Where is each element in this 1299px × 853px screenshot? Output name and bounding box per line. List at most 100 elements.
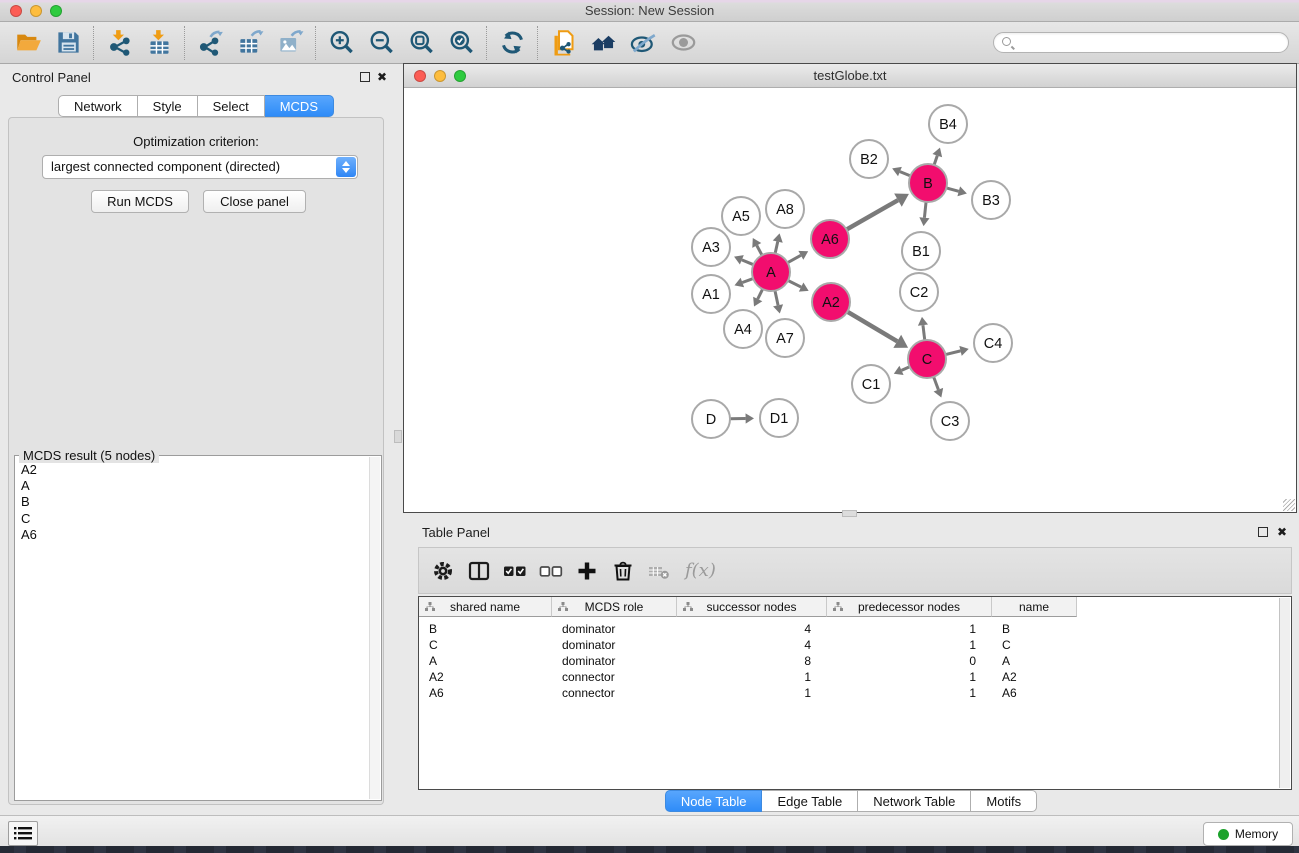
- export-table-button[interactable]: [230, 24, 270, 62]
- network-close-button[interactable]: [414, 70, 426, 82]
- edge-A-A7[interactable]: [775, 291, 778, 306]
- edge-C-C4[interactable]: [945, 351, 960, 355]
- search-input[interactable]: [1016, 34, 1282, 51]
- column-header-predecessor-nodes[interactable]: predecessor nodes: [827, 597, 992, 617]
- delete-column-button[interactable]: [605, 552, 641, 590]
- table-row[interactable]: A6connector11A6: [419, 685, 1291, 701]
- edge-C-C2[interactable]: [923, 325, 925, 340]
- table-cell: A6: [992, 685, 1077, 701]
- tab-motifs[interactable]: Motifs: [971, 790, 1037, 812]
- zoom-selected-icon: [448, 29, 475, 56]
- delete-table-button-disabled[interactable]: [641, 552, 677, 590]
- result-list-item[interactable]: B: [15, 494, 367, 510]
- edge-A-A4[interactable]: [758, 289, 763, 299]
- edge-B-B2[interactable]: [900, 172, 910, 176]
- tab-network-table[interactable]: Network Table: [858, 790, 971, 812]
- edge-A-A6[interactable]: [788, 255, 801, 262]
- eye-button-disabled[interactable]: [663, 24, 703, 62]
- edge-B-B1[interactable]: [924, 202, 926, 218]
- table-row[interactable]: Bdominator41B: [419, 621, 1291, 637]
- edge-A6-B[interactable]: [846, 200, 897, 229]
- node-label-B3: B3: [982, 193, 1000, 209]
- mcds-list-scrollbar[interactable]: [369, 457, 380, 799]
- zoom-fit-button[interactable]: [401, 24, 441, 62]
- edge-B-B4[interactable]: [934, 156, 937, 165]
- table-panel-float-button[interactable]: [1258, 527, 1268, 537]
- deselect-all-button[interactable]: [533, 552, 569, 590]
- column-header-successor-nodes[interactable]: successor nodes: [677, 597, 827, 617]
- edge-A-A2[interactable]: [788, 280, 801, 287]
- edge-A-A5[interactable]: [757, 245, 762, 255]
- export-image-button[interactable]: [270, 24, 310, 62]
- edge-A-A3[interactable]: [742, 260, 754, 265]
- zoom-selected-button[interactable]: [441, 24, 481, 62]
- network-minimize-button[interactable]: [434, 70, 446, 82]
- node-label-A8: A8: [776, 202, 794, 218]
- node-label-C3: C3: [941, 414, 960, 430]
- clone-network-button[interactable]: [543, 24, 583, 62]
- edge-A2-C[interactable]: [847, 312, 897, 342]
- control-panel-float-button[interactable]: [360, 72, 370, 82]
- close-panel-button[interactable]: Close panel: [203, 190, 306, 213]
- memory-button[interactable]: Memory: [1203, 822, 1293, 846]
- import-table-button[interactable]: [139, 24, 179, 62]
- table-cell: 1: [827, 669, 992, 685]
- minimize-window-button[interactable]: [30, 5, 42, 17]
- export-network-button[interactable]: [190, 24, 230, 62]
- show-graphics-details-button[interactable]: [623, 24, 663, 62]
- zoom-in-button[interactable]: [321, 24, 361, 62]
- node-label-C4: C4: [984, 336, 1003, 352]
- tab-node-table[interactable]: Node Table: [665, 790, 763, 812]
- search-box: [993, 32, 1289, 53]
- tab-network[interactable]: Network: [58, 95, 138, 117]
- result-list-item[interactable]: C: [15, 511, 367, 527]
- zoom-out-button[interactable]: [361, 24, 401, 62]
- open-session-button[interactable]: [8, 24, 48, 62]
- tab-mcds[interactable]: MCDS: [265, 95, 334, 117]
- toolbar-separator: [315, 26, 316, 60]
- refresh-layout-button[interactable]: [492, 24, 532, 62]
- function-builder-button[interactable]: f(x): [685, 560, 716, 581]
- horizontal-splitter-grip[interactable]: [842, 510, 857, 517]
- criterion-dropdown[interactable]: largest connected component (directed): [42, 155, 358, 179]
- tab-style[interactable]: Style: [138, 95, 198, 117]
- close-window-button[interactable]: [10, 5, 22, 17]
- run-mcds-button[interactable]: Run MCDS: [91, 190, 189, 213]
- edge-A-A1[interactable]: [742, 279, 753, 283]
- add-column-button[interactable]: [569, 552, 605, 590]
- table-row[interactable]: Cdominator41C: [419, 637, 1291, 653]
- result-list-item[interactable]: A6: [15, 527, 367, 543]
- network-zoom-button[interactable]: [454, 70, 466, 82]
- control-panel-close-button[interactable]: ✖: [377, 71, 387, 83]
- table-cell: A: [419, 653, 552, 669]
- edge-C-C3[interactable]: [934, 377, 939, 390]
- tab-select[interactable]: Select: [198, 95, 265, 117]
- table-panel-close-button[interactable]: ✖: [1277, 526, 1287, 538]
- import-network-button[interactable]: [99, 24, 139, 62]
- node-label-B1: B1: [912, 244, 930, 260]
- zoom-window-button[interactable]: [50, 5, 62, 17]
- column-header-name[interactable]: name: [992, 597, 1077, 617]
- column-header-mcds-role[interactable]: MCDS role: [552, 597, 677, 617]
- home-button[interactable]: [583, 24, 623, 62]
- result-list-item[interactable]: A: [15, 478, 367, 494]
- table-row[interactable]: Adominator80A: [419, 653, 1291, 669]
- task-history-button[interactable]: [8, 821, 38, 846]
- optimization-criterion-label: Optimization criterion:: [0, 134, 392, 149]
- table-scrollbar[interactable]: [1279, 598, 1290, 788]
- table-row[interactable]: A2connector11A2: [419, 669, 1291, 685]
- edge-C-C1[interactable]: [901, 367, 909, 371]
- network-graph[interactable]: AA1A2A3A4A5A6A7A8BB1B2B3B4CC1C2C3C4DD1: [404, 89, 1296, 512]
- edge-A-A8[interactable]: [775, 242, 778, 254]
- save-session-button[interactable]: [48, 24, 88, 62]
- resize-grip-icon[interactable]: [1283, 499, 1295, 511]
- tab-edge-table[interactable]: Edge Table: [762, 790, 858, 812]
- vertical-splitter-grip[interactable]: [394, 430, 402, 443]
- result-list-item[interactable]: A2: [15, 462, 367, 478]
- eye-icon: [670, 29, 697, 56]
- split-panel-button[interactable]: [461, 552, 497, 590]
- edge-B-B3[interactable]: [946, 188, 958, 191]
- select-all-button[interactable]: [497, 552, 533, 590]
- column-header-shared-name[interactable]: shared name: [419, 597, 552, 617]
- column-settings-button[interactable]: [425, 552, 461, 590]
